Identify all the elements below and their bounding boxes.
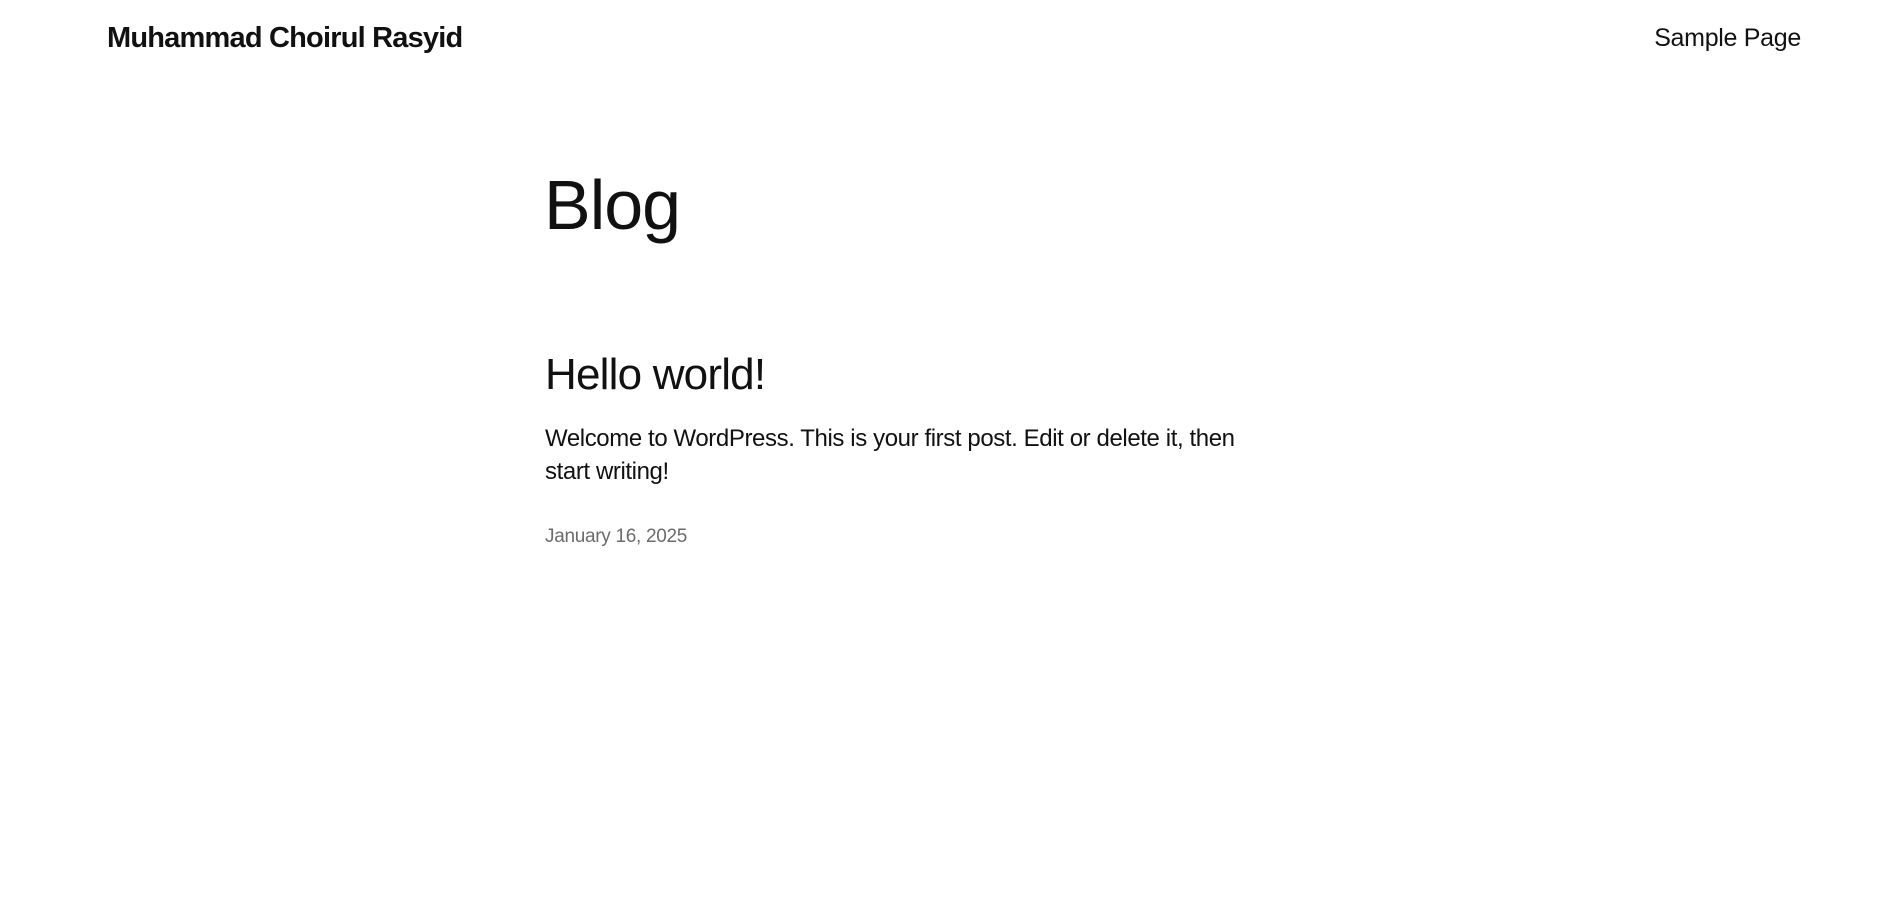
site-title-link[interactable]: Muhammad Choirul Rasyid: [107, 22, 463, 55]
nav-item-sample-page[interactable]: Sample Page: [1654, 24, 1801, 53]
post-title-link[interactable]: Hello world!: [545, 350, 766, 400]
post-excerpt: Welcome to WordPress. This is your first…: [545, 425, 1235, 485]
page-title: Blog: [544, 166, 681, 244]
post-date[interactable]: January 16, 2025: [545, 526, 687, 548]
